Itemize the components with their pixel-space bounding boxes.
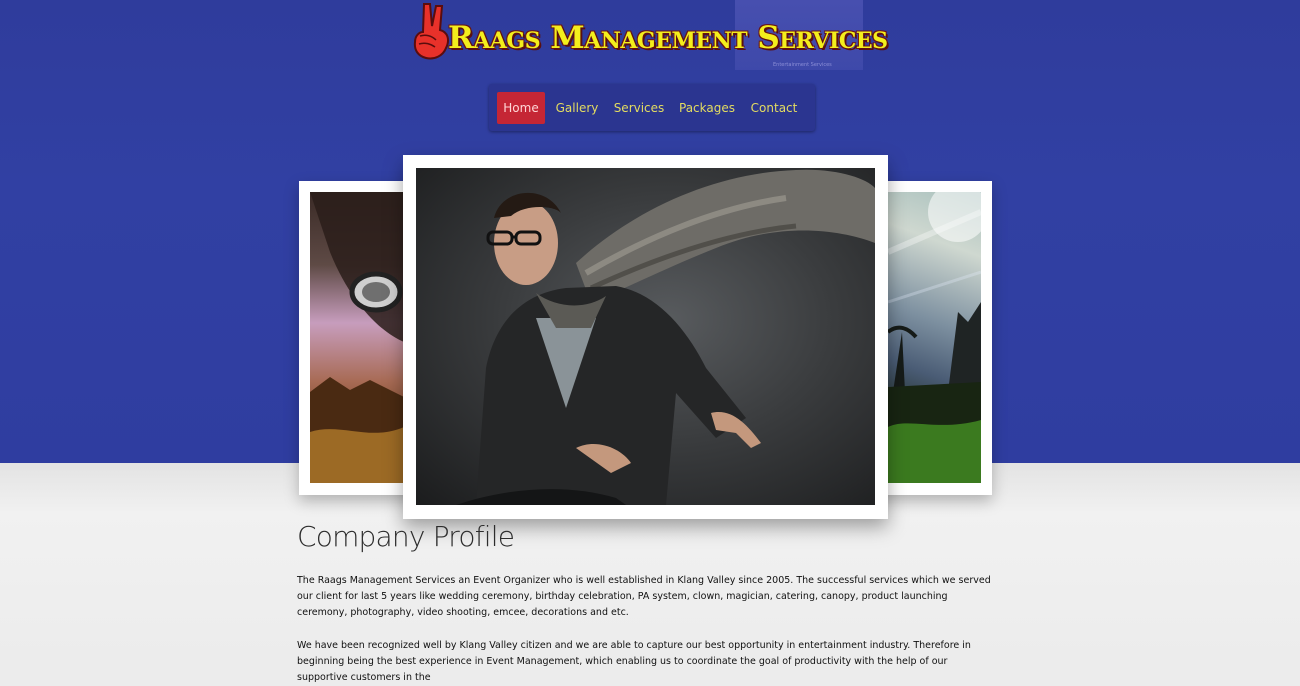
profile-paragraph-1: The Raags Management Services an Event O… [297,575,991,618]
slide-main-photo [416,168,875,505]
slide-left-photo [310,192,404,483]
logo-tagline: Entertainment Services [773,62,832,68]
nav-home[interactable]: Home [497,92,545,124]
nav-gallery[interactable]: Gallery [551,92,603,124]
nav-contact[interactable]: Contact [746,92,802,124]
nav-services[interactable]: Services [611,92,667,124]
logo-title: Raags Management Services [448,20,888,56]
profile-paragraph-2: We have been recognized well by Klang Va… [297,640,971,683]
profile-heading: Company Profile [297,520,515,553]
site-logo[interactable]: Raags Management Services Entertainment … [405,0,888,72]
victory-hand-icon [413,3,449,60]
nav-packages[interactable]: Packages [677,92,737,124]
slide-main[interactable] [403,155,888,519]
slide-right-photo [888,192,981,483]
main-nav: Home Gallery Services Packages Contact [489,84,815,131]
